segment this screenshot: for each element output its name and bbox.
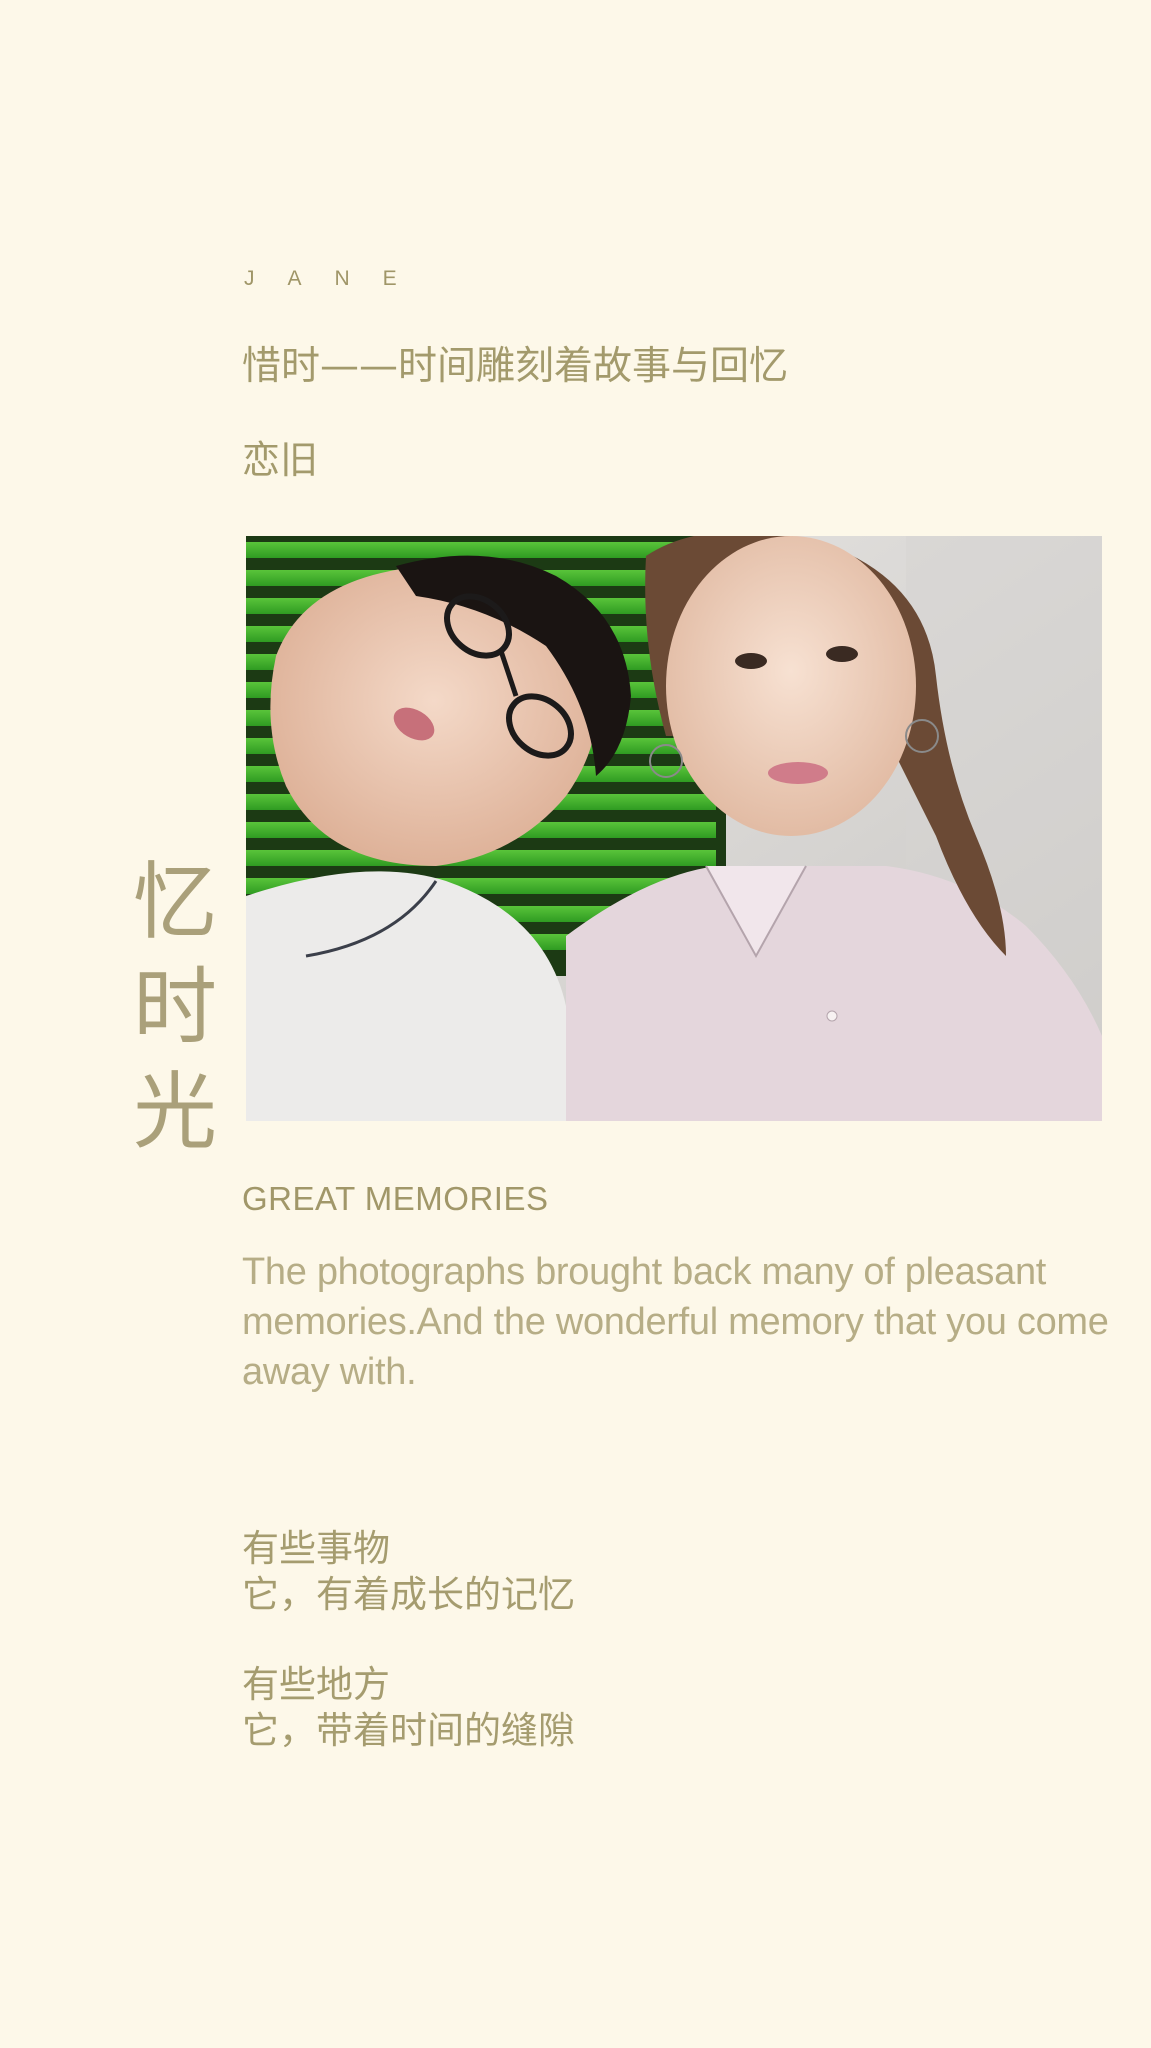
page: JANE 惜时——时间雕刻着故事与回忆 恋旧 忆 时 光 GREAT MEMOR… — [0, 0, 1151, 2048]
poem-stanza-2: 有些地方 它，带着时间的缝隙 — [242, 1662, 575, 1754]
poem-stanza-1: 有些事物 它，有着成长的记忆 — [242, 1526, 575, 1618]
body-text: The photographs brought back many of ple… — [242, 1251, 1109, 1393]
poem-line: 它，带着时间的缝隙 — [242, 1709, 575, 1752]
photo — [246, 536, 1102, 1121]
poem-line: 它，有着成长的记忆 — [242, 1573, 575, 1616]
headline: 惜时——时间雕刻着故事与回忆 — [242, 344, 789, 389]
poem-line: 有些地方 — [242, 1663, 390, 1706]
section-title: GREAT MEMORIES — [242, 1180, 549, 1217]
photo-image — [246, 536, 1102, 1121]
vertical-title: 忆 时 光 — [130, 850, 220, 1165]
sub-headline: 恋旧 — [242, 438, 319, 482]
vertical-title-char-2: 时 — [132, 958, 217, 1056]
vertical-title-char-3: 光 — [132, 1063, 217, 1161]
name-tag: JANE — [244, 267, 430, 290]
vertical-title-char-1: 忆 — [132, 853, 217, 951]
poem-line: 有些事物 — [242, 1527, 390, 1570]
